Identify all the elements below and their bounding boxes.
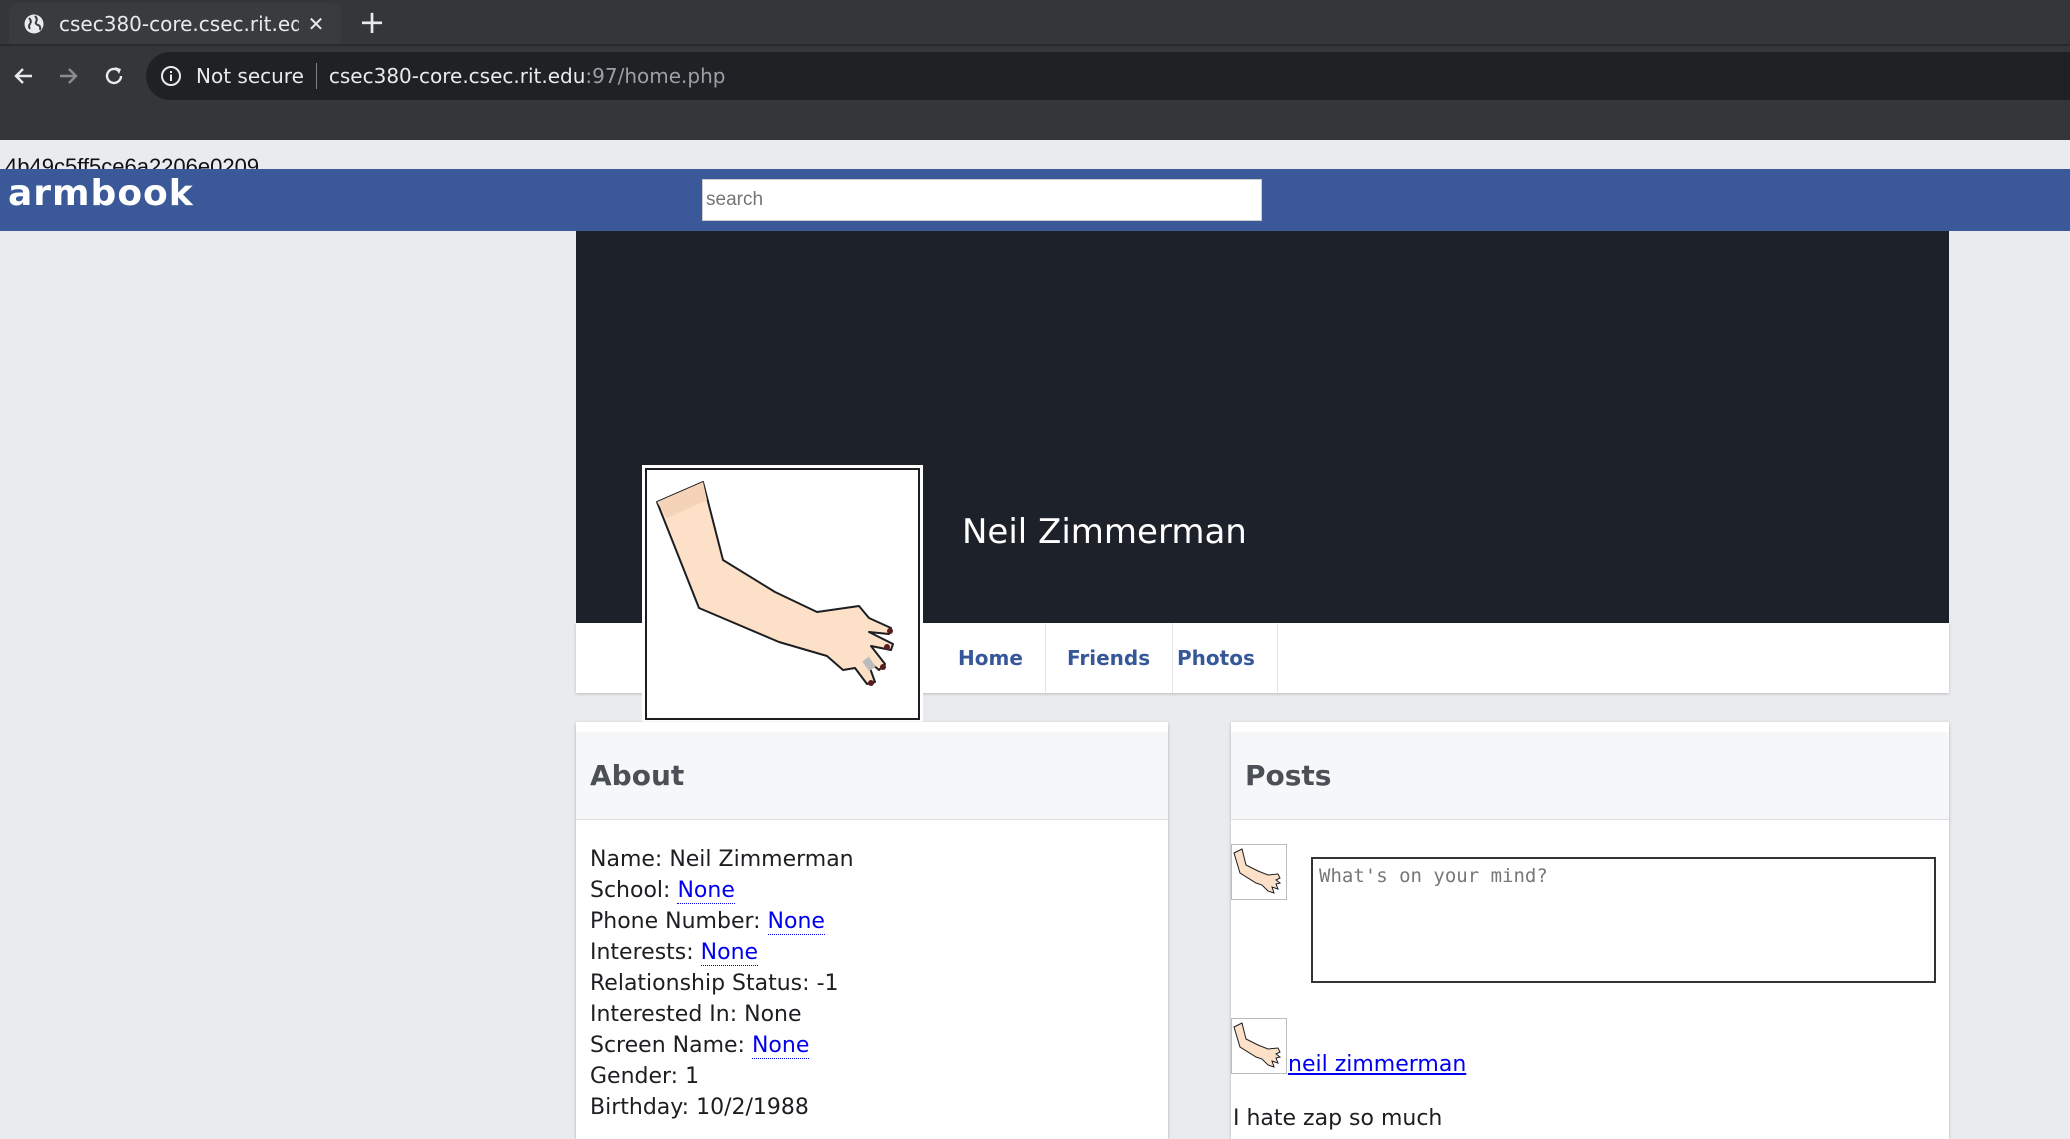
interests-edit-link[interactable]: None bbox=[700, 940, 759, 966]
about-row-screen-name: Screen Name: None bbox=[590, 1033, 810, 1059]
tab-title: csec380-core.csec.rit.edu bbox=[59, 11, 299, 36]
posts-heading: Posts bbox=[1245, 759, 1332, 792]
browser-tab[interactable]: csec380-core.csec.rit.edu ✕ bbox=[9, 3, 341, 44]
arm-illustration bbox=[656, 481, 894, 686]
about-row-gender: Gender: 1 bbox=[590, 1064, 700, 1089]
new-tab-plus-icon[interactable]: + bbox=[356, 4, 388, 40]
nav-home[interactable]: Home bbox=[936, 623, 1046, 693]
profile-picture[interactable] bbox=[645, 468, 920, 720]
about-row-relationship: Relationship Status: -1 bbox=[590, 971, 839, 996]
post-author-link[interactable]: neil zimmerman bbox=[1288, 1052, 1466, 1077]
school-edit-link[interactable]: None bbox=[677, 878, 735, 904]
about-row-name: Name: Neil Zimmerman bbox=[590, 847, 854, 872]
phone-edit-link[interactable]: None bbox=[767, 909, 825, 935]
nav-photos[interactable]: Photos bbox=[1155, 623, 1278, 693]
posts-panel: Posts neil zimmerman I hate zap so much bbox=[1231, 722, 1949, 1139]
site-logo[interactable]: armbook bbox=[8, 173, 194, 214]
forward-arrow-icon[interactable] bbox=[48, 56, 88, 96]
about-header: About bbox=[576, 722, 1168, 820]
browser-toolbar: Not secure csec380-core.csec.rit.edu:97/… bbox=[0, 44, 2070, 140]
info-icon[interactable] bbox=[160, 65, 182, 87]
about-heading: About bbox=[590, 759, 685, 792]
omnibox-divider bbox=[315, 63, 317, 89]
about-row-school: School: None bbox=[590, 878, 735, 904]
browser-tabstrip: csec380-core.csec.rit.edu ✕ + bbox=[0, 0, 2070, 44]
site-header: armbook bbox=[0, 169, 2070, 231]
post-body: I hate zap so much bbox=[1233, 1106, 1443, 1131]
address-bar[interactable]: Not secure csec380-core.csec.rit.edu:97/… bbox=[146, 52, 2070, 100]
reload-icon[interactable] bbox=[94, 56, 134, 96]
profile-name: Neil Zimmerman bbox=[962, 512, 1247, 552]
about-row-birthday: Birthday: 10/2/1988 bbox=[590, 1095, 809, 1120]
about-row-interested-in: Interested In: None bbox=[590, 1002, 802, 1027]
about-panel: About Name: Neil Zimmerman School: None … bbox=[576, 722, 1168, 1139]
nav-friends[interactable]: Friends bbox=[1045, 623, 1174, 693]
screen-name-edit-link[interactable]: None bbox=[751, 1033, 810, 1059]
back-arrow-icon[interactable] bbox=[4, 56, 44, 96]
about-row-interests: Interests: None bbox=[590, 940, 759, 966]
not-secure-label: Not secure bbox=[196, 64, 304, 88]
about-rows: Name: Neil Zimmerman School: None Phone … bbox=[576, 820, 1168, 1139]
posts-header: Posts bbox=[1231, 722, 1949, 820]
about-row-phone: Phone Number: None bbox=[590, 909, 825, 935]
url-path: :97/home.php bbox=[585, 64, 726, 88]
url-host: csec380-core.csec.rit.edu bbox=[328, 64, 586, 88]
post-author-avatar bbox=[1231, 1018, 1287, 1074]
search-input[interactable] bbox=[702, 179, 1262, 221]
hash-text: 4b49c5ff5ce6a2206e0209 bbox=[5, 154, 260, 170]
globe-icon bbox=[23, 13, 45, 35]
post-composer-input[interactable] bbox=[1311, 857, 1936, 983]
tab-close-icon[interactable]: ✕ bbox=[305, 12, 327, 36]
composer-avatar bbox=[1231, 844, 1287, 900]
